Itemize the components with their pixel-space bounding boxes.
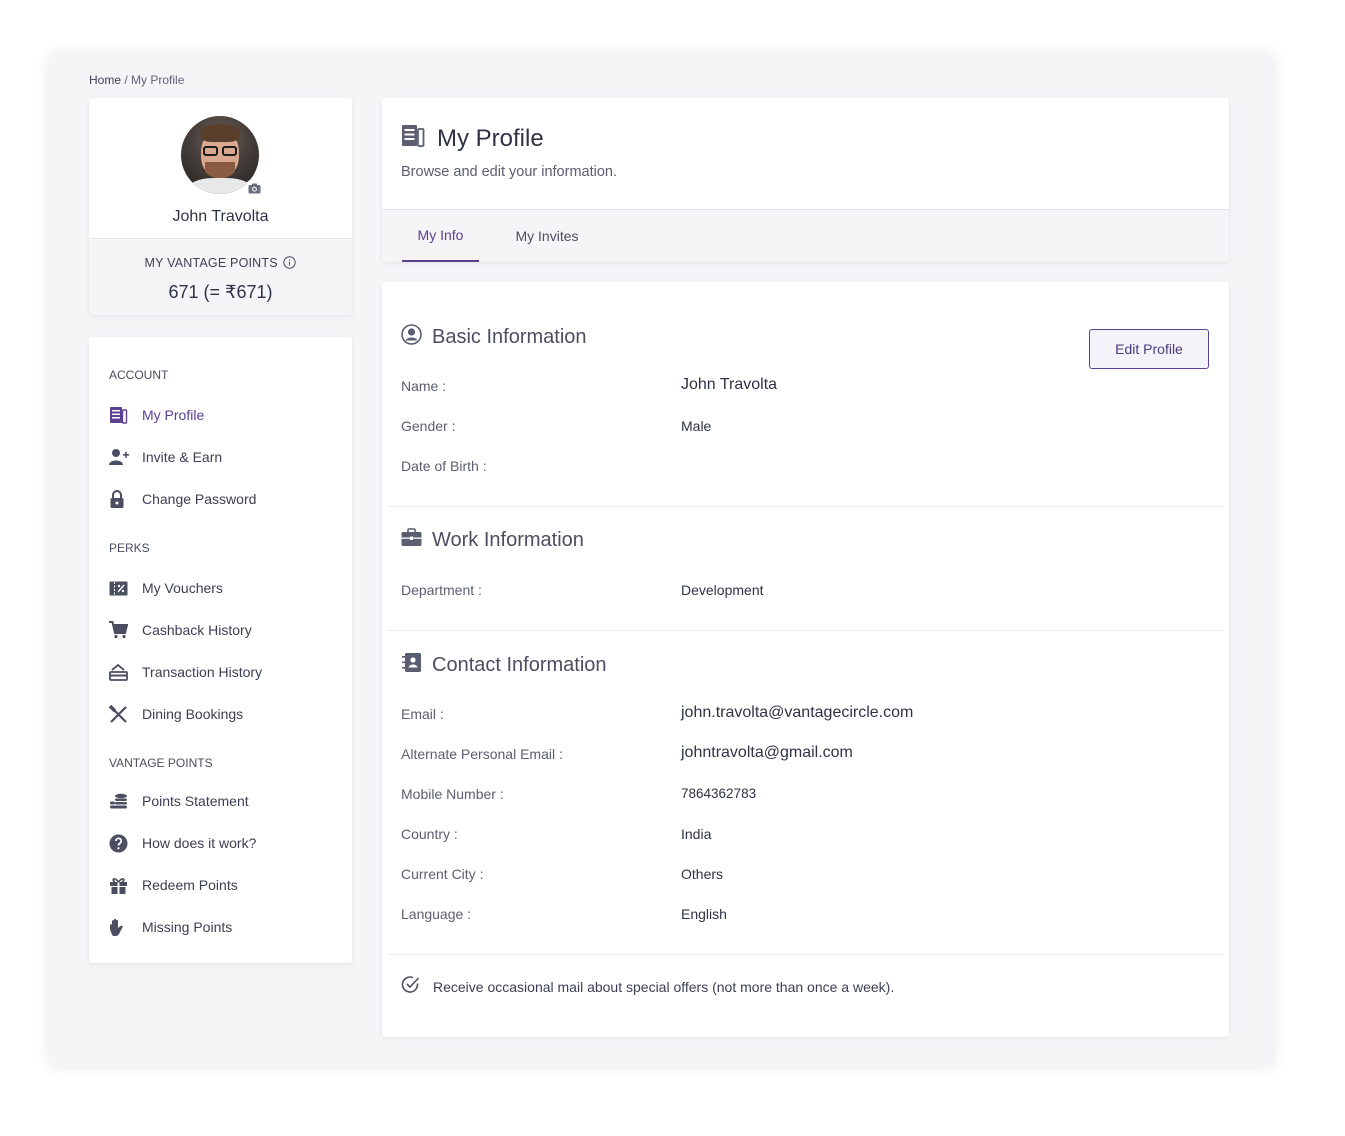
contact-info-title: Contact Information xyxy=(432,653,607,676)
divider xyxy=(388,954,1223,955)
sidebar-item-label: My Vouchers xyxy=(142,580,223,596)
country-value: India xyxy=(681,826,712,842)
question-icon xyxy=(109,833,129,853)
sidebar-item-label: Cashback History xyxy=(142,622,252,638)
cart-icon xyxy=(109,620,129,640)
sidebar-item-label: Dining Bookings xyxy=(142,706,244,722)
language-label: Language : xyxy=(401,906,472,922)
sidebar-item-label: How does it work? xyxy=(142,835,257,851)
info-icon[interactable] xyxy=(283,256,297,272)
divider xyxy=(388,630,1223,631)
sidebar-item-label: Invite & Earn xyxy=(142,449,223,465)
breadcrumb-current: My Profile xyxy=(131,73,185,87)
camera-icon[interactable] xyxy=(245,179,263,197)
coins-icon xyxy=(109,791,129,811)
tabs-bar: My Info My Invites xyxy=(382,209,1229,262)
email-value: john.travolta@vantagecircle.com xyxy=(681,704,914,721)
page-title-row: My Profile xyxy=(401,124,544,153)
check-circle-icon[interactable] xyxy=(401,975,420,999)
contact-info-header: Contact Information xyxy=(401,652,607,678)
basic-info-header: Basic Information xyxy=(401,324,587,350)
section-perks: PERKS xyxy=(109,541,150,555)
transaction-icon xyxy=(109,662,129,682)
optin-text: Receive occasional mail about special of… xyxy=(433,979,895,995)
hand-icon xyxy=(109,917,129,937)
section-vantage-points: VANTAGE POINTS xyxy=(109,756,213,770)
sidebar-item-redeem-points[interactable]: Redeem Points xyxy=(109,873,339,897)
vantage-points-label: MY VANTAGE POINTS xyxy=(144,256,278,270)
cutlery-icon xyxy=(109,704,129,724)
dob-label: Date of Birth : xyxy=(401,458,487,474)
profile-info-card: Basic Information Edit Profile Name : Jo… xyxy=(382,282,1229,1037)
vantage-points-box: MY VANTAGE POINTS 671 (= ₹671) xyxy=(89,238,352,315)
name-value: John Travolta xyxy=(681,376,778,393)
language-value: English xyxy=(681,906,727,922)
city-value: Others xyxy=(681,866,724,882)
lock-icon xyxy=(109,489,129,509)
sidebar-item-change-password[interactable]: Change Password xyxy=(109,487,339,511)
profile-document-icon xyxy=(401,124,425,153)
country-label: Country : xyxy=(401,826,458,842)
profile-icon xyxy=(109,405,129,425)
sidebar-item-dining-bookings[interactable]: Dining Bookings xyxy=(109,702,339,726)
sidebar-item-label: Change Password xyxy=(142,491,257,507)
sidebar-item-transaction-history[interactable]: Transaction History xyxy=(109,660,339,684)
section-account: ACCOUNT xyxy=(109,368,169,382)
gender-value: Male xyxy=(681,418,712,434)
city-label: Current City : xyxy=(401,866,484,882)
sidebar-item-label: Points Statement xyxy=(142,793,249,809)
gift-icon xyxy=(109,875,129,895)
edit-profile-button[interactable]: Edit Profile xyxy=(1089,329,1209,369)
voucher-icon xyxy=(109,578,129,598)
profile-card: John Travolta MY VANTAGE POINTS 671 (= ₹… xyxy=(89,98,352,315)
sidebar-item-cashback-history[interactable]: Cashback History xyxy=(109,618,339,642)
user-circle-icon xyxy=(401,324,422,350)
sidebar-item-my-profile[interactable]: My Profile xyxy=(109,403,339,427)
department-label: Department : xyxy=(401,582,482,598)
sidebar-item-label: My Profile xyxy=(142,407,205,423)
email-label: Email : xyxy=(401,706,444,722)
breadcrumb-home-link[interactable]: Home xyxy=(89,73,121,87)
work-info-title: Work Information xyxy=(432,528,584,551)
name-label: Name : xyxy=(401,378,447,394)
vantage-points-value: 671 (= ₹671) xyxy=(168,282,273,302)
sidebar-item-label: Missing Points xyxy=(142,919,233,935)
divider xyxy=(388,506,1223,507)
sidebar-item-label: Redeem Points xyxy=(142,877,238,893)
page-frame: Home / My Profile John Travolta MY VANTA… xyxy=(50,55,1273,1066)
tab-my-info[interactable]: My Info xyxy=(402,210,479,262)
department-value: Development xyxy=(681,582,764,598)
avatar-container xyxy=(181,116,263,197)
mobile-label: Mobile Number : xyxy=(401,786,504,802)
alternate-email-label: Alternate Personal Email : xyxy=(401,746,563,762)
tab-my-invites[interactable]: My Invites xyxy=(500,210,594,262)
sidebar-item-missing-points[interactable]: Missing Points xyxy=(109,915,339,939)
breadcrumb: Home / My Profile xyxy=(89,73,184,87)
profile-name: John Travolta xyxy=(172,208,269,225)
sidebar-item-label: Transaction History xyxy=(142,664,263,680)
special-offers-optin[interactable]: Receive occasional mail about special of… xyxy=(401,975,894,999)
sidebar-menu: ACCOUNT My Profile Invite & Earn Change … xyxy=(89,337,352,963)
vantage-points-label-row: MY VANTAGE POINTS xyxy=(89,256,352,272)
sidebar-item-how-does-it-work[interactable]: How does it work? xyxy=(109,831,339,855)
alternate-email-value: johntravolta@gmail.com xyxy=(681,744,853,761)
address-book-icon xyxy=(401,652,422,678)
breadcrumb-separator: / xyxy=(121,73,132,87)
sidebar-item-points-statement[interactable]: Points Statement xyxy=(109,789,339,813)
add-user-icon xyxy=(109,447,129,467)
briefcase-icon xyxy=(401,528,422,552)
basic-info-title: Basic Information xyxy=(432,325,587,348)
page-title: My Profile xyxy=(437,124,544,152)
mobile-value: 7864362783 xyxy=(681,786,757,801)
page-subtitle: Browse and edit your information. xyxy=(401,164,617,180)
sidebar-item-my-vouchers[interactable]: My Vouchers xyxy=(109,576,339,600)
profile-header-card: My Profile Browse and edit your informat… xyxy=(382,98,1229,262)
sidebar-item-invite-earn[interactable]: Invite & Earn xyxy=(109,445,339,469)
gender-label: Gender : xyxy=(401,418,456,434)
work-info-header: Work Information xyxy=(401,528,584,552)
